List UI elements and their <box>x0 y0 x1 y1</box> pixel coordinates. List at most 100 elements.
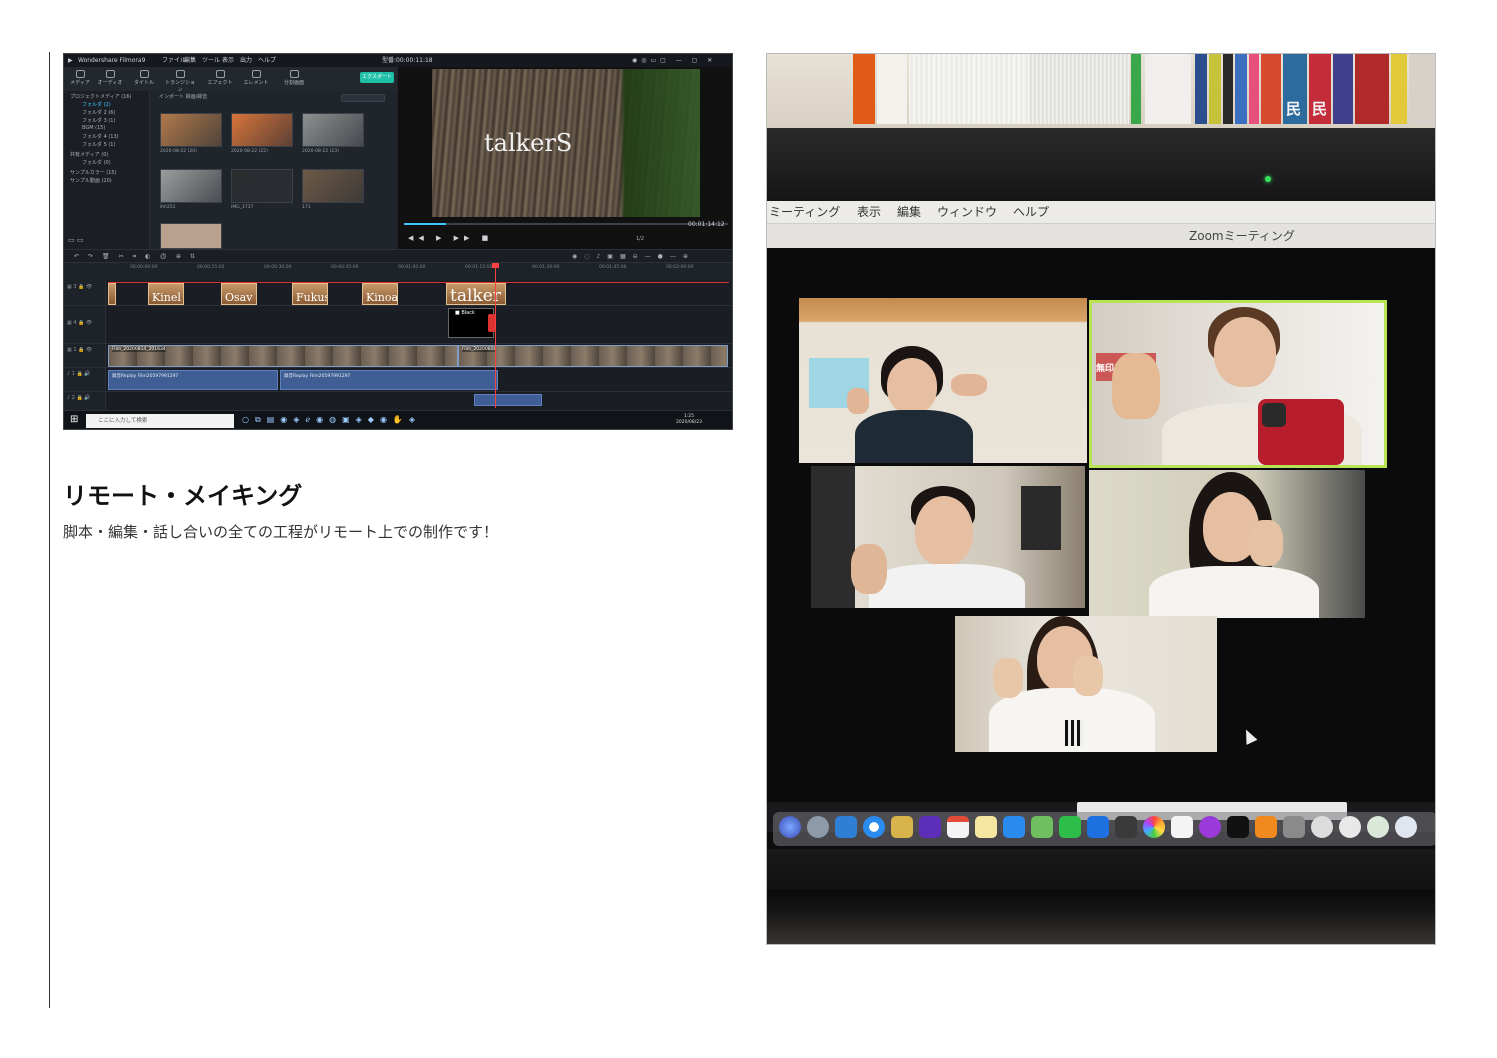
microsoft-app-icon[interactable] <box>1367 816 1389 838</box>
notes-icon[interactable] <box>891 816 913 838</box>
media-thumbnail[interactable] <box>302 113 364 147</box>
toolbar-title[interactable]: タイトル <box>128 70 160 87</box>
timeline-playhead[interactable] <box>492 263 499 408</box>
imovie-icon[interactable] <box>919 816 941 838</box>
sidebar-folder[interactable]: フォルダ 2 (6) <box>82 109 115 116</box>
menu-view[interactable]: 表示 <box>857 201 881 223</box>
app-store-icon[interactable] <box>1087 816 1109 838</box>
sidebar-folder[interactable]: フォルダ 4 (13) <box>82 133 119 140</box>
audio-clip[interactable]: 録音Replay Film20597991297 <box>280 370 498 390</box>
audio-clip[interactable] <box>474 394 542 406</box>
preview-ratio[interactable]: 1/2 <box>636 236 644 242</box>
participant-tile[interactable] <box>811 466 1085 608</box>
video-clip[interactable]: Film_20200808 <box>458 345 728 367</box>
ruler-tick: 00:01:00:00 <box>398 265 426 270</box>
title-clip[interactable] <box>108 283 116 305</box>
title-clip[interactable]: Osav <box>221 283 257 305</box>
media-thumbnail[interactable] <box>231 169 293 203</box>
maps-icon[interactable] <box>1031 816 1053 838</box>
export-button[interactable]: エクスポート <box>360 72 394 83</box>
toolbar-split-screen[interactable]: 分割画面 <box>278 70 310 87</box>
participant-tile[interactable] <box>955 616 1217 752</box>
title-clip[interactable]: Fukus <box>292 283 328 305</box>
taskbar-app-icons[interactable]: ○⧉▤◉◈ℯ◉◍▣◈◆◉✋◈ <box>242 415 421 425</box>
menu-edit[interactable]: 編集 <box>897 201 921 223</box>
media-library: インポート 録画/録音 2020-08-22 (20) 2020-08-22 (… <box>151 91 397 249</box>
thumbnail-caption: ihh251 <box>160 205 176 210</box>
microsoft-app-icon[interactable] <box>1395 816 1417 838</box>
launchpad-icon[interactable] <box>807 816 829 838</box>
editor-titlebar: ▶ Wondershare Filmora9 ファイル 編集 ツール 表示 出力… <box>64 54 732 67</box>
music-icon[interactable] <box>1171 816 1193 838</box>
media-thumbnail[interactable] <box>160 169 222 203</box>
apple-tv-icon[interactable] <box>1227 816 1249 838</box>
title-clip[interactable]: Kinel <box>148 283 184 305</box>
preview-progress-bar[interactable] <box>404 223 728 225</box>
track-header: ♪ 1 🔒 🔊 <box>64 368 106 391</box>
stickies-icon[interactable] <box>975 816 997 838</box>
menu-help[interactable]: ヘルプ <box>258 54 276 67</box>
sidebar-folder[interactable]: フォルダ 3 (1) <box>82 117 115 124</box>
podcasts-icon[interactable] <box>1199 816 1221 838</box>
mac-menubar: ミーティング 表示 編集 ウィンドウ ヘルプ <box>767 201 1435 223</box>
sidebar-folder[interactable]: サンプル動画 (20) <box>70 177 112 184</box>
system-preferences-icon[interactable] <box>1283 816 1305 838</box>
video-track: ▦ 1 🔒 👁 Film_20200814_201634 Film_202008… <box>64 344 732 368</box>
calendar-icon[interactable] <box>947 816 969 838</box>
photos-icon[interactable] <box>1143 816 1165 838</box>
media-thumbnail[interactable] <box>302 169 364 203</box>
microsoft-app-icon[interactable] <box>1311 816 1333 838</box>
timeline-right-tools-icon[interactable]: ◉◌♪▣▦⊖—●—⊕ <box>572 250 695 264</box>
books-icon[interactable] <box>1255 816 1277 838</box>
menu-help[interactable]: ヘルプ <box>1013 201 1049 223</box>
sidebar-folder[interactable]: フォルダ (2) <box>82 101 111 108</box>
participant-tile-active-speaker[interactable]: 無印良 <box>1089 300 1387 468</box>
timeline-tools-icon[interactable]: ↶↷🗑✂⌗◐⏱⊕⇅ <box>74 250 204 264</box>
microsoft-app-icon[interactable] <box>1339 816 1361 838</box>
wifi-icon[interactable] <box>1003 816 1025 838</box>
media-thumbnail[interactable] <box>160 223 222 249</box>
playback-controls-icon[interactable]: ◀◀ ▶ ▶▶ ■ <box>408 234 493 242</box>
sidebar-folder[interactable]: フォルダ (0) <box>82 159 111 166</box>
menu-tools[interactable]: ツール <box>202 54 220 67</box>
sidebar-folder[interactable]: 共有メディア (0) <box>70 151 108 158</box>
track-header: ▦ 4 🔒 👁 <box>64 306 106 343</box>
preview-icon[interactable] <box>835 816 857 838</box>
preview-progress-fill <box>404 223 447 225</box>
title-clip[interactable]: talker <box>446 283 506 305</box>
sidebar-folder[interactable]: BGM (15) <box>82 125 105 131</box>
menu-file[interactable]: ファイル <box>162 54 186 67</box>
photo-booth-icon[interactable] <box>1115 816 1137 838</box>
ruler-tick: 00:02:00:00 <box>666 265 694 270</box>
participant-tile[interactable] <box>1089 470 1365 618</box>
book-spine-label: 民 <box>1312 100 1328 118</box>
windows-start-icon[interactable]: ⊞ <box>70 414 78 425</box>
menu-window[interactable]: ウィンドウ <box>937 201 997 223</box>
media-thumbnail[interactable] <box>160 113 222 147</box>
toolbar-media[interactable]: メディア <box>64 70 96 87</box>
sidebar-folder[interactable]: サンプルカラー (15) <box>70 169 117 176</box>
library-tabs[interactable]: インポート 録画/録音 <box>159 93 207 100</box>
toolbar-effect[interactable]: エフェクト <box>204 70 236 87</box>
audio-clip[interactable]: 録音Replay Film20597991297 <box>108 370 278 390</box>
title-clip[interactable]: Kinoa <box>362 283 398 305</box>
toolbar-element[interactable]: エレメント <box>240 70 272 87</box>
library-search-input[interactable] <box>341 94 385 102</box>
window-controls-icon[interactable]: ◉◎▭▢ — ▢ ✕ <box>632 54 716 67</box>
facetime-icon[interactable] <box>1059 816 1081 838</box>
video-clip[interactable]: Film_20200814_201634 <box>108 345 458 367</box>
sidebar-folder[interactable]: フォルダ 5 (1) <box>82 141 115 148</box>
menu-meeting[interactable]: ミーティング <box>769 201 840 223</box>
participant-tile[interactable] <box>799 298 1087 463</box>
taskbar-search-input[interactable]: ここに入力して検索 <box>86 414 234 428</box>
toolbar-audio[interactable]: オーディオ <box>94 70 126 87</box>
siri-icon[interactable] <box>779 816 801 838</box>
folder-add-icon[interactable]: ▭ ▭ <box>68 236 83 244</box>
menu-view[interactable]: 表示 <box>222 54 234 67</box>
safari-icon[interactable] <box>863 816 885 838</box>
menu-export[interactable]: 出力 <box>240 54 252 67</box>
media-thumbnail[interactable] <box>231 113 293 147</box>
menu-edit[interactable]: 編集 <box>184 54 196 67</box>
element-icon <box>251 70 261 78</box>
sidebar-folder[interactable]: プロジェクトメディア (16) <box>70 93 132 100</box>
